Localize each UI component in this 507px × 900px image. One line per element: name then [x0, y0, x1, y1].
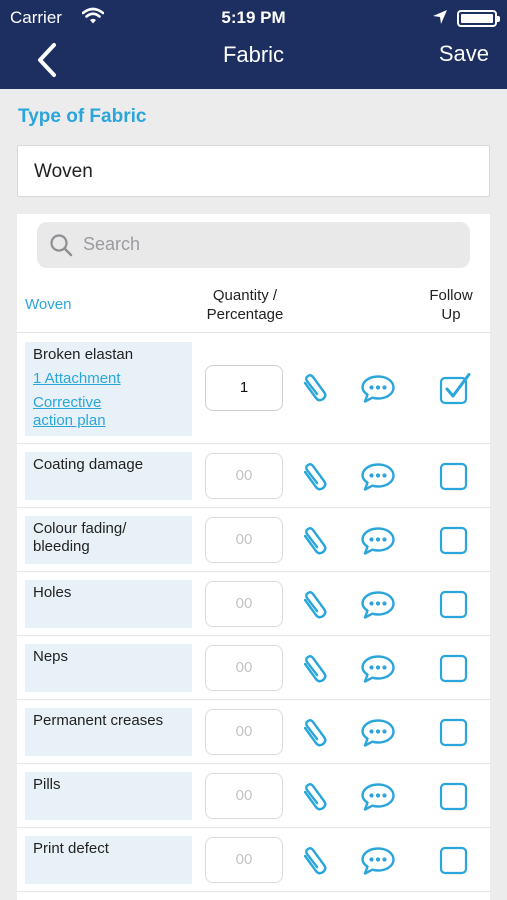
- paperclip-icon[interactable]: [300, 717, 330, 749]
- defect-name-line1: Colour fading/: [33, 520, 127, 537]
- paperclip-icon[interactable]: [300, 845, 330, 877]
- column-header-quantity: Quantity / Percentage: [195, 286, 295, 324]
- chat-bubble-icon[interactable]: [360, 846, 396, 876]
- attachment-link[interactable]: 1 Attachment: [33, 370, 184, 388]
- search-input[interactable]: Search: [37, 222, 470, 268]
- follow-up-checkbox[interactable]: [439, 717, 471, 749]
- row-divider: [17, 891, 490, 892]
- table-row: Neps 00: [17, 636, 490, 700]
- corrective-action-line1: Corrective: [33, 394, 102, 411]
- status-bar: Carrier 5:19 PM: [0, 0, 507, 36]
- defect-name-cell: Permanent creases: [25, 708, 192, 756]
- defect-name: Permanent creases: [33, 712, 164, 729]
- column-header-follow-line1: Follow: [429, 287, 473, 304]
- paperclip-icon[interactable]: [300, 372, 330, 404]
- quantity-input[interactable]: 00: [205, 517, 283, 563]
- chat-bubble-icon[interactable]: [360, 526, 396, 556]
- table-row: Holes 00: [17, 572, 490, 636]
- defect-name: Coating damage: [33, 456, 144, 473]
- table-row: Colour fading/ bleeding 00: [17, 508, 490, 572]
- chat-bubble-icon[interactable]: [360, 782, 396, 812]
- follow-up-checkbox[interactable]: [439, 781, 471, 813]
- quantity-input[interactable]: 00: [205, 773, 283, 819]
- quantity-input[interactable]: 00: [205, 581, 283, 627]
- paperclip-icon[interactable]: [300, 461, 330, 493]
- defect-name-cell: Neps: [25, 644, 192, 692]
- fabric-type-value: Woven: [34, 161, 93, 182]
- section-label: Type of Fabric: [18, 106, 147, 127]
- location-arrow-icon: [433, 10, 447, 24]
- save-button[interactable]: Save: [439, 41, 489, 67]
- table-row: Broken elastan 1 Attachment Corrective a…: [17, 334, 490, 444]
- defect-name: Broken elastan: [33, 346, 134, 363]
- paperclip-icon[interactable]: [300, 653, 330, 685]
- follow-up-checkbox[interactable]: [439, 461, 471, 493]
- paperclip-icon[interactable]: [300, 781, 330, 813]
- search-icon: [50, 234, 73, 257]
- defect-name: Pills: [33, 776, 61, 793]
- column-header-type: Woven: [25, 296, 72, 313]
- chat-bubble-icon[interactable]: [360, 374, 396, 404]
- quantity-input[interactable]: 00: [205, 645, 283, 691]
- defect-name: Print defect: [33, 840, 109, 857]
- quantity-input[interactable]: 00: [205, 453, 283, 499]
- status-time: 5:19 PM: [221, 8, 286, 27]
- follow-up-checkbox[interactable]: [439, 525, 471, 557]
- page-title: Fabric: [222, 42, 285, 67]
- defect-name-cell: Holes: [25, 580, 192, 628]
- table-row: Print defect 00: [17, 828, 490, 892]
- defect-name-cell: Pills: [25, 772, 192, 820]
- follow-up-checkbox[interactable]: [439, 589, 471, 621]
- fabric-type-field[interactable]: Woven: [17, 145, 490, 197]
- defect-name-cell: Coating damage: [25, 452, 192, 500]
- column-header-follow-line2: Up: [441, 306, 461, 323]
- defect-name-cell: Broken elastan 1 Attachment Corrective a…: [25, 342, 192, 436]
- header-divider: [17, 332, 490, 333]
- table-row: Permanent creases 00: [17, 700, 490, 764]
- corrective-action-line2: action plan: [33, 412, 106, 429]
- table-row: Coating damage 00: [17, 444, 490, 508]
- defect-name: Neps: [33, 648, 69, 665]
- column-header-quantity-line2: Percentage: [206, 306, 284, 323]
- quantity-input[interactable]: 1: [205, 365, 283, 411]
- defect-name: Holes: [33, 584, 72, 601]
- table-row: Pills 00: [17, 764, 490, 828]
- column-header-follow-up: Follow Up: [421, 286, 481, 324]
- paperclip-icon[interactable]: [300, 525, 330, 557]
- navigation-bar: Fabric Save: [0, 36, 507, 89]
- chat-bubble-icon[interactable]: [360, 462, 396, 492]
- follow-up-checkbox[interactable]: [439, 845, 471, 877]
- chat-bubble-icon[interactable]: [360, 654, 396, 684]
- paperclip-icon[interactable]: [300, 589, 330, 621]
- search-placeholder: Search: [83, 234, 141, 254]
- follow-up-checkbox[interactable]: [439, 653, 471, 685]
- corrective-action-link[interactable]: Corrective action plan: [33, 394, 184, 430]
- defect-name-line2: bleeding: [33, 538, 90, 555]
- chat-bubble-icon[interactable]: [360, 718, 396, 748]
- battery-icon: [457, 10, 500, 27]
- defect-name-cell: Colour fading/ bleeding: [25, 516, 192, 564]
- quantity-input[interactable]: 00: [205, 709, 283, 755]
- chat-bubble-icon[interactable]: [360, 590, 396, 620]
- quantity-input[interactable]: 00: [205, 837, 283, 883]
- defect-name-cell: Print defect: [25, 836, 192, 884]
- defects-panel: Search Woven Quantity / Percentage Follo…: [17, 214, 490, 900]
- column-header-quantity-line1: Quantity /: [212, 287, 278, 304]
- follow-up-checkbox-checked[interactable]: [439, 373, 471, 405]
